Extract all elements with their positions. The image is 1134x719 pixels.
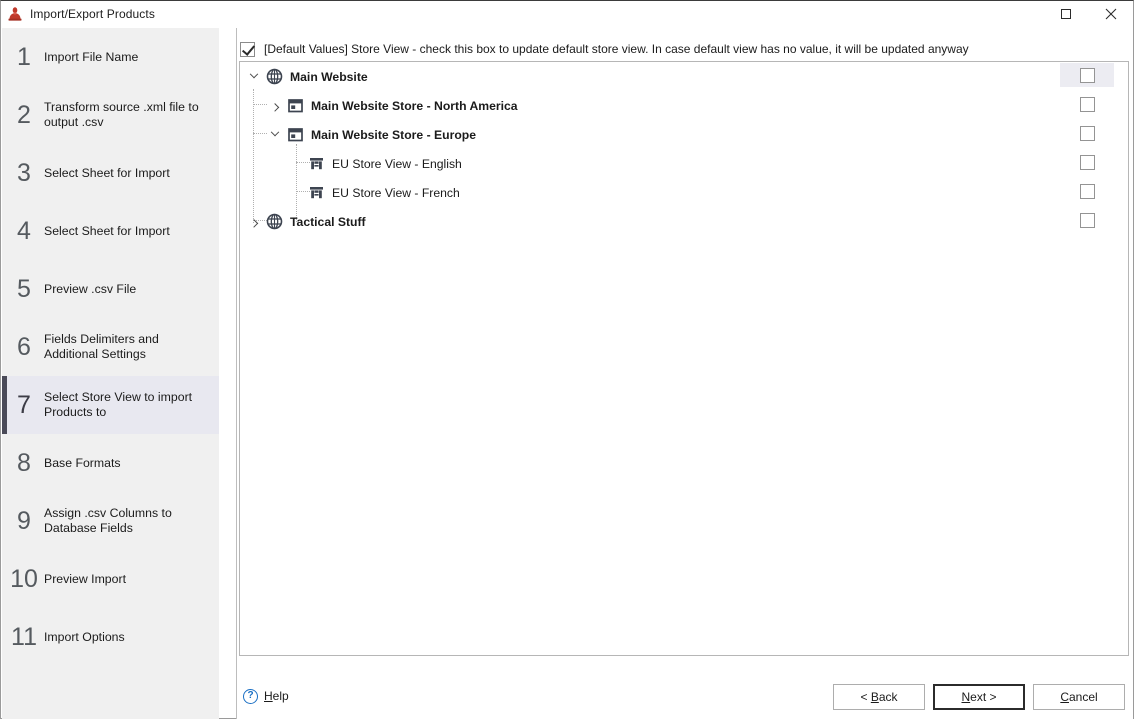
tree-node-label: Main Website (290, 69, 368, 84)
tree-node-label: Main Website Store - North America (311, 98, 518, 113)
globe-icon (266, 213, 283, 230)
next-button[interactable]: Next > (933, 684, 1025, 710)
store-icon (287, 126, 304, 143)
sidebar-step-9[interactable]: 9 Assign .csv Columns to Database Fields (2, 492, 219, 550)
store-view-tree[interactable]: Main Website Main Website Store - North A… (239, 61, 1129, 656)
sidebar-step-label: Select Sheet for Import (44, 165, 170, 180)
sidebar-step-label: Select Sheet for Import (44, 223, 170, 238)
default-values-checkbox[interactable] (240, 41, 255, 57)
tree-node-label: EU Store View - English (332, 156, 462, 171)
window-title: Import/Export Products (30, 7, 155, 21)
sidebar-step-5[interactable]: 5 Preview .csv File (2, 260, 219, 318)
globe-icon (266, 68, 283, 85)
sidebar-step-3[interactable]: 3 Select Sheet for Import (2, 144, 219, 202)
sidebar-step-number: 10 (10, 564, 38, 593)
chevron-right-icon[interactable] (246, 214, 262, 230)
store-icon (287, 97, 304, 114)
sidebar-step-7[interactable]: 7 Select Store View to import Products to (2, 376, 219, 434)
sidebar-step-label: Preview .csv File (44, 281, 137, 296)
close-button[interactable] (1088, 1, 1133, 27)
store-view-icon (308, 155, 325, 172)
sidebar-step-number: 7 (17, 390, 31, 419)
help-label: Help (264, 689, 289, 703)
sidebar-step-label: Import File Name (44, 49, 139, 64)
tree-row-checkbox[interactable] (1079, 96, 1095, 112)
tree-node-label: Main Website Store - Europe (311, 127, 477, 142)
sidebar-step-8[interactable]: 8 Base Formats (2, 434, 219, 492)
sidebar-step-number: 9 (17, 506, 31, 535)
sidebar-step-4[interactable]: 4 Select Sheet for Import (2, 202, 219, 260)
question-mark-icon: ? (243, 688, 258, 704)
help-link[interactable]: ? Help (243, 686, 289, 706)
title-bar: Import/Export Products (1, 1, 1133, 27)
maximize-icon (1060, 9, 1071, 19)
sidebar-step-label: Import Options (44, 629, 125, 644)
tree-row-checkbox[interactable] (1079, 67, 1095, 83)
tree-row-checkbox-cell[interactable] (1060, 179, 1114, 203)
import-export-products-window: Import/Export Products 1 Import File Name… (0, 0, 1134, 719)
sidebar-step-number: 1 (17, 42, 31, 71)
tree-row-checkbox-cell[interactable] (1060, 92, 1114, 116)
button-label: < Back (860, 690, 898, 704)
tree-row[interactable]: Tactical Stuff (240, 207, 1128, 236)
sidebar-step-number: 2 (17, 100, 31, 129)
chevron-down-icon[interactable] (246, 69, 262, 85)
button-label: Cancel (1060, 690, 1098, 704)
sidebar-step-2[interactable]: 2 Transform source .xml file to output .c… (2, 86, 219, 144)
tree-row[interactable]: Main Website (240, 62, 1128, 91)
window-controls (1043, 1, 1133, 27)
sidebar-step-number: 3 (17, 158, 31, 187)
sidebar-step-10[interactable]: 10 Preview Import (2, 550, 219, 608)
tree-row-checkbox-cell[interactable] (1060, 121, 1114, 145)
sidebar-step-label: Fields Delimiters and Additional Setting… (44, 332, 159, 361)
tree-row[interactable]: Main Website Store - North America (240, 91, 1128, 120)
sidebar-step-label: Transform source .xml file to output .cs… (44, 100, 199, 129)
chevron-down-icon[interactable] (267, 127, 283, 143)
sidebar-step-label: Base Formats (44, 455, 121, 470)
tree-row-checkbox[interactable] (1079, 154, 1095, 170)
sidebar-step-label: Assign .csv Columns to Database Fields (44, 506, 172, 535)
cancel-button[interactable]: Cancel (1033, 684, 1125, 710)
maximize-button[interactable] (1043, 1, 1088, 27)
sidebar-step-label: Preview Import (44, 571, 127, 586)
store-view-icon (308, 184, 325, 201)
back-button[interactable]: < Back (833, 684, 925, 710)
tree-row[interactable]: Main Website Store - Europe (240, 120, 1128, 149)
sidebar-step-1[interactable]: 1 Import File Name (2, 28, 219, 86)
sidebar-step-6[interactable]: 6 Fields Delimiters and Additional Settin… (2, 318, 219, 376)
tree-row-checkbox-cell[interactable] (1060, 208, 1114, 232)
chevron-right-icon[interactable] (267, 98, 283, 114)
wizard-button-row: < Back Next > Cancel (833, 684, 1125, 710)
sidebar-step-number: 11 (11, 622, 37, 651)
tree-row-checkbox[interactable] (1079, 212, 1095, 228)
sidebar-step-11[interactable]: 11 Import Options (2, 608, 219, 666)
tree-row-checkbox[interactable] (1079, 183, 1095, 199)
sidebar-step-label: Select Store View to import Products to (44, 390, 193, 419)
tree-row-checkbox-cell[interactable] (1060, 150, 1114, 174)
tree-row[interactable]: EU Store View - French (240, 178, 1128, 207)
default-values-row[interactable]: [Default Values] Store View - check this… (240, 40, 969, 58)
button-label: Next > (961, 690, 997, 704)
sidebar-step-number: 8 (17, 448, 31, 477)
main-panel: [Default Values] Store View - check this… (236, 28, 1133, 719)
sidebar-step-number: 5 (17, 274, 31, 303)
steps-sidebar: 1 Import File Name 2 Transform source .xml … (2, 28, 219, 719)
close-icon (1105, 8, 1116, 20)
sidebar-step-number: 6 (17, 332, 31, 361)
tree-row-checkbox[interactable] (1079, 125, 1095, 141)
tree-node-label: EU Store View - French (332, 185, 460, 200)
default-values-label: [Default Values] Store View - check this… (264, 42, 969, 56)
tree-row-checkbox-cell[interactable] (1060, 63, 1114, 87)
sidebar-step-number: 4 (17, 216, 31, 245)
app-icon (7, 6, 23, 22)
tree-row[interactable]: EU Store View - English (240, 149, 1128, 178)
tree-node-label: Tactical Stuff (290, 214, 366, 229)
